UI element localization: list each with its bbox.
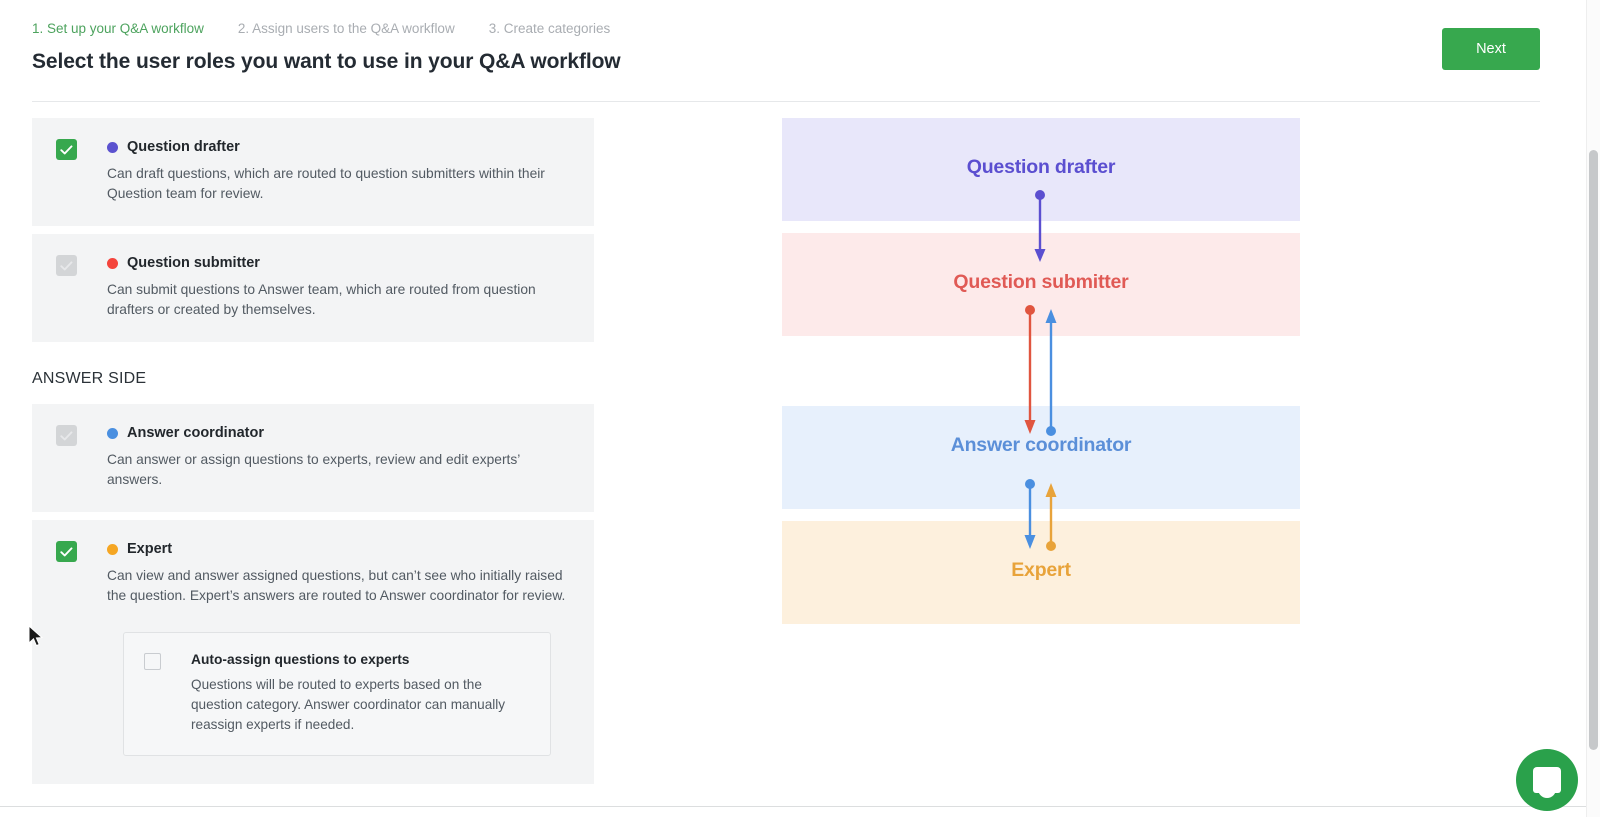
diagram-label-question-drafter: Question drafter — [966, 156, 1116, 178]
mouse-cursor — [28, 625, 44, 647]
role-color-dot-question-drafter — [107, 142, 118, 153]
diagram-band-expert: Expert — [782, 521, 1300, 624]
role-title-question-submitter: Question submitter — [107, 254, 570, 273]
vertical-scrollbar[interactable] — [1586, 0, 1600, 817]
diagram-band-question-drafter: Question drafter — [782, 118, 1300, 221]
scrollbar-thumb[interactable] — [1589, 150, 1598, 750]
section-label-answer-side: ANSWER SIDE — [32, 370, 147, 387]
role-card-question-drafter[interactable]: Question drafter Can draft questions, wh… — [32, 118, 594, 226]
next-button[interactable]: Next — [1442, 28, 1540, 70]
wizard-step-3[interactable]: 3. Create categories — [489, 20, 611, 38]
checkbox-question-drafter[interactable] — [56, 139, 77, 160]
role-description: Can answer or assign questions to expert… — [107, 452, 520, 487]
wizard-step-2[interactable]: 2. Assign users to the Q&A workflow — [238, 20, 455, 38]
workflow-diagram: Question drafter Question submitter Answ… — [782, 118, 1300, 628]
diagram-label-question-submitter: Question submitter — [953, 271, 1129, 293]
checkbox-auto-assign[interactable] — [144, 653, 161, 670]
wizard-step-1[interactable]: 1. Set up your Q&A workflow — [32, 20, 204, 38]
role-color-dot-answer-coordinator — [107, 428, 118, 439]
role-name: Question drafter — [127, 139, 240, 155]
page-title: Select the user roles you want to use in… — [32, 50, 621, 73]
role-title-answer-coordinator: Answer coordinator — [107, 424, 570, 443]
role-description: Can draft questions, which are routed to… — [107, 166, 545, 201]
role-title-expert: Expert — [107, 540, 570, 559]
header-divider — [32, 101, 1540, 102]
role-name: Question submitter — [127, 255, 260, 271]
role-color-dot-expert — [107, 544, 118, 555]
diagram-label-answer-coordinator: Answer coordinator — [950, 434, 1132, 456]
diagram-band-question-submitter: Question submitter — [782, 233, 1300, 336]
roles-list: Question drafter Can draft questions, wh… — [32, 118, 594, 792]
role-title-question-drafter: Question drafter — [107, 138, 570, 157]
diagram-label-expert: Expert — [1011, 559, 1071, 581]
role-description: Can submit questions to Answer team, whi… — [107, 282, 536, 317]
auto-assign-title: Auto-assign questions to experts — [191, 652, 410, 667]
messenger-glyph — [1533, 767, 1561, 798]
auto-assign-card[interactable]: Auto-assign questions to experts Questio… — [123, 632, 551, 756]
workflow-setup-page: 1. Set up your Q&A workflow 2. Assign us… — [0, 0, 1600, 817]
role-description: Can view and answer assigned questions, … — [107, 568, 566, 603]
role-card-expert[interactable]: Expert Can view and answer assigned ques… — [32, 520, 594, 784]
role-name: Answer coordinator — [127, 425, 264, 441]
bottom-divider — [0, 806, 1586, 807]
role-card-answer-coordinator: Answer coordinator Can answer or assign … — [32, 404, 594, 512]
role-card-question-submitter: Question submitter Can submit questions … — [32, 234, 594, 342]
messenger-icon[interactable] — [1516, 749, 1578, 811]
role-name: Expert — [127, 541, 173, 557]
checkbox-answer-coordinator — [56, 425, 77, 446]
auto-assign-description: Questions will be routed to experts base… — [191, 677, 506, 732]
role-color-dot-question-submitter — [107, 258, 118, 269]
diagram-band-answer-coordinator: Answer coordinator — [782, 406, 1300, 509]
wizard-steps: 1. Set up your Q&A workflow 2. Assign us… — [32, 20, 610, 38]
checkbox-expert[interactable] — [56, 541, 77, 562]
checkbox-question-submitter — [56, 255, 77, 276]
